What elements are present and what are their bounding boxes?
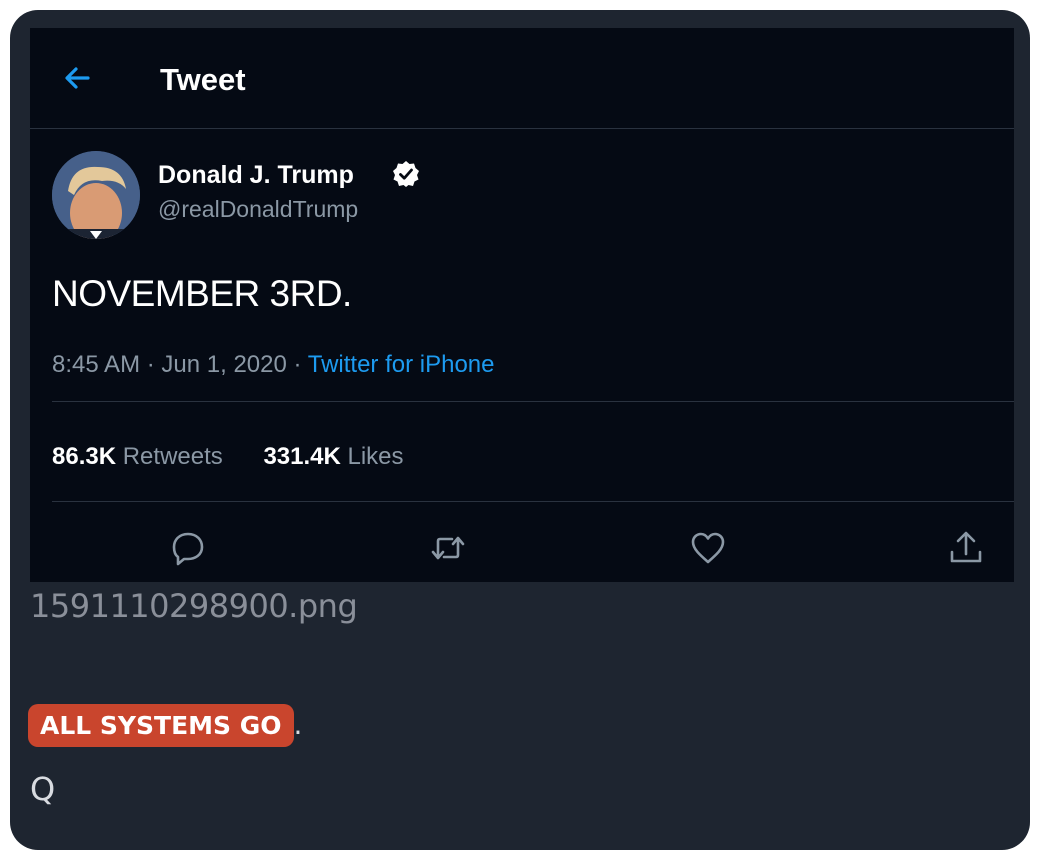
- retweets-stat[interactable]: 86.3K Retweets: [52, 443, 223, 470]
- tweet-stats: 86.3K Retweets 331.4K Likes: [52, 443, 438, 471]
- meta-separator: ·: [293, 351, 302, 378]
- post-card: Tweet Donald J. Trump @realDonaldTrump N…: [10, 10, 1030, 850]
- image-filename[interactable]: 1591110298900.png: [30, 587, 358, 625]
- tweet-text: NOVEMBER 3RD.: [52, 273, 352, 314]
- retweets-count: 86.3K: [52, 443, 117, 470]
- tweet-meta: 8:45 AM · Jun 1, 2020 · Twitter for iPho…: [52, 351, 495, 379]
- tweet-header: Tweet: [30, 28, 1014, 129]
- badge-suffix: .: [293, 708, 303, 741]
- author-name[interactable]: Donald J. Trump: [158, 161, 354, 190]
- share-icon: [950, 531, 982, 563]
- share-button[interactable]: [946, 528, 986, 568]
- reply-button[interactable]: [168, 528, 208, 568]
- like-icon: [691, 532, 725, 564]
- reply-icon: [172, 532, 204, 566]
- tweet-date[interactable]: Jun 1, 2020: [161, 351, 286, 378]
- likes-stat[interactable]: 331.4K Likes: [263, 443, 403, 470]
- meta-separator: ·: [146, 351, 155, 378]
- tweet-source-link[interactable]: Twitter for iPhone: [308, 351, 495, 378]
- retweets-label: Retweets: [122, 443, 223, 470]
- divider: [52, 501, 1014, 502]
- retweet-button[interactable]: [428, 528, 468, 568]
- post-signature: Q: [30, 770, 56, 808]
- likes-count: 331.4K: [263, 443, 341, 470]
- verified-badge-icon: [392, 160, 420, 188]
- author-handle[interactable]: @realDonaldTrump: [158, 196, 358, 223]
- badge-line: ALL SYSTEMS GO.: [28, 704, 302, 747]
- page-title: Tweet: [160, 62, 246, 97]
- likes-label: Likes: [347, 443, 404, 470]
- back-button[interactable]: [58, 58, 98, 98]
- arrow-left-icon: [65, 67, 90, 89]
- avatar-image: [52, 151, 140, 239]
- avatar[interactable]: [52, 151, 140, 239]
- tweet-time[interactable]: 8:45 AM: [52, 351, 140, 378]
- retweet-icon: [431, 536, 465, 560]
- status-badge: ALL SYSTEMS GO: [28, 704, 294, 747]
- divider: [52, 401, 1014, 402]
- like-button[interactable]: [688, 528, 728, 568]
- tweet-screenshot: Tweet Donald J. Trump @realDonaldTrump N…: [30, 28, 1014, 582]
